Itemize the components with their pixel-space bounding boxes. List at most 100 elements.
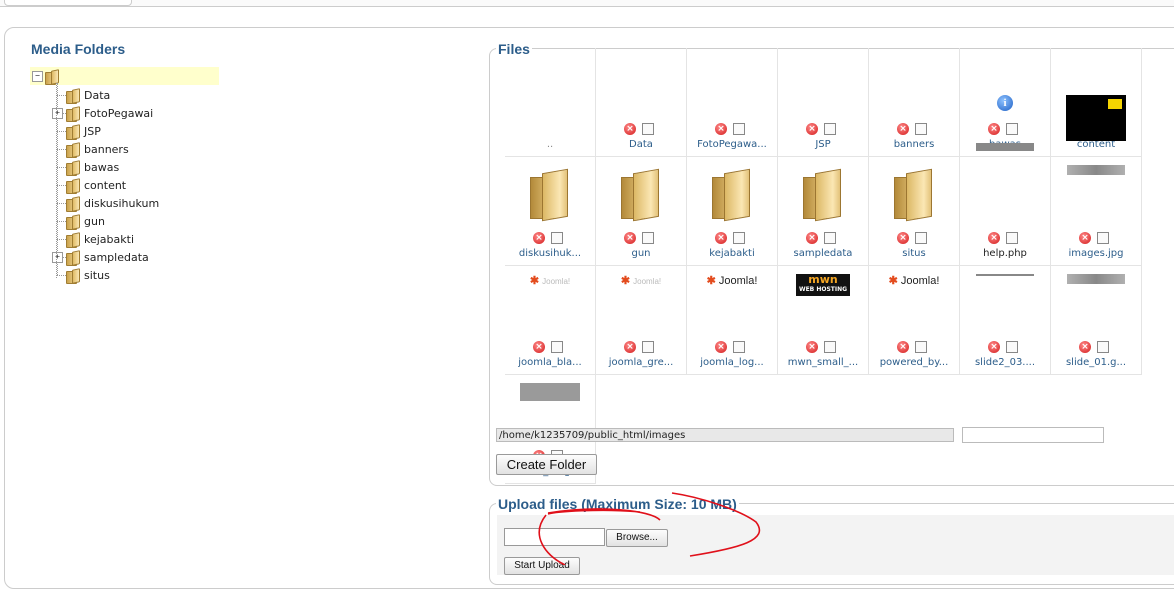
- file-item[interactable]: ✱ Joomla! × joomla_bla...: [505, 266, 596, 375]
- new-folder-input[interactable]: [962, 427, 1104, 443]
- tree-node-kejabakti[interactable]: kejabakti: [52, 231, 134, 248]
- tree-node-fotopegawai[interactable]: + FotoPegawai: [52, 105, 153, 122]
- file-item[interactable]: × help.php: [960, 143, 1051, 266]
- item-name[interactable]: mwn_small_...: [778, 357, 868, 368]
- folder-item[interactable]: × kejabakti: [687, 157, 778, 266]
- delete-icon[interactable]: ×: [897, 341, 909, 353]
- select-checkbox[interactable]: [1006, 123, 1018, 135]
- select-checkbox[interactable]: [915, 341, 927, 353]
- tree-node-content[interactable]: content: [52, 177, 126, 194]
- folder-item[interactable]: × FotoPegawa...: [687, 48, 778, 157]
- delete-icon[interactable]: ×: [988, 341, 1000, 353]
- select-checkbox[interactable]: [733, 232, 745, 244]
- item-name[interactable]: gun: [596, 248, 686, 259]
- delete-icon[interactable]: ×: [1079, 232, 1091, 244]
- item-name[interactable]: joomla_bla...: [505, 357, 595, 368]
- tree-node-gun[interactable]: gun: [52, 213, 105, 230]
- select-checkbox[interactable]: [733, 341, 745, 353]
- tree-node-bawas[interactable]: bawas: [52, 159, 119, 176]
- delete-icon[interactable]: ×: [533, 232, 545, 244]
- folder-item[interactable]: × banners: [869, 48, 960, 157]
- select-checkbox[interactable]: [915, 123, 927, 135]
- item-name[interactable]: situs: [869, 248, 959, 259]
- file-item[interactable]: ✱ Joomla! × joomla_log...: [687, 266, 778, 375]
- thumbnail: [960, 274, 1050, 334]
- tree-node-jsp[interactable]: JSP: [52, 123, 101, 140]
- file-item[interactable]: × slide_01.g...: [1051, 266, 1142, 375]
- item-name[interactable]: slide2_03....: [960, 357, 1050, 368]
- delete-icon[interactable]: ×: [897, 123, 909, 135]
- item-name[interactable]: JSP: [778, 139, 868, 150]
- select-checkbox[interactable]: [733, 123, 745, 135]
- item-name[interactable]: help.php: [960, 248, 1050, 259]
- file-item[interactable]: × images.jpg: [1051, 157, 1142, 266]
- item-name[interactable]: diskusihuk...: [505, 248, 595, 259]
- delete-icon[interactable]: ×: [806, 341, 818, 353]
- item-name[interactable]: joomla_log...: [687, 357, 777, 368]
- delete-icon[interactable]: ×: [806, 232, 818, 244]
- create-folder-button[interactable]: Create Folder: [496, 454, 597, 475]
- item-name[interactable]: ..: [505, 139, 595, 150]
- folder-item[interactable]: × Data: [596, 48, 687, 157]
- start-upload-button[interactable]: Start Upload: [504, 557, 580, 575]
- select-checkbox[interactable]: [1097, 341, 1109, 353]
- select-checkbox[interactable]: [824, 232, 836, 244]
- folder-item[interactable]: × JSP: [778, 48, 869, 157]
- select-checkbox[interactable]: [551, 232, 563, 244]
- select-checkbox[interactable]: [642, 232, 654, 244]
- file-item[interactable]: mwn WEB HOSTING × mwn_small_...: [778, 266, 869, 375]
- select-checkbox[interactable]: [642, 123, 654, 135]
- delete-icon[interactable]: ×: [715, 123, 727, 135]
- select-checkbox[interactable]: [824, 123, 836, 135]
- thumbnail: [1051, 165, 1141, 225]
- file-item[interactable]: ✱ Joomla! × joomla_gre...: [596, 266, 687, 375]
- folder-item[interactable]: × situs: [869, 157, 960, 266]
- item-name[interactable]: kejabakti: [687, 248, 777, 259]
- tree-root-node[interactable]: −: [32, 68, 59, 85]
- delete-icon[interactable]: ×: [897, 232, 909, 244]
- item-name[interactable]: images.jpg: [1051, 248, 1141, 259]
- select-checkbox[interactable]: [824, 341, 836, 353]
- file-item[interactable]: ✱ Joomla! × powered_by...: [869, 266, 960, 375]
- delete-icon[interactable]: ×: [533, 341, 545, 353]
- folder-item[interactable]: × gun: [596, 157, 687, 266]
- item-name[interactable]: sampledata: [778, 248, 868, 259]
- item-name[interactable]: Data: [596, 139, 686, 150]
- tree-node-situs[interactable]: situs: [52, 267, 110, 284]
- item-name[interactable]: banners: [869, 139, 959, 150]
- item-name[interactable]: joomla_gre...: [596, 357, 686, 368]
- select-checkbox[interactable]: [1006, 341, 1018, 353]
- expand-icon[interactable]: +: [52, 252, 63, 263]
- tree-node-banners[interactable]: banners: [52, 141, 129, 158]
- select-checkbox[interactable]: [915, 232, 927, 244]
- collapse-icon[interactable]: −: [32, 70, 43, 82]
- parent-folder-item[interactable]: ..: [505, 48, 596, 157]
- folder-icon: [66, 125, 80, 140]
- file-input[interactable]: [504, 528, 605, 546]
- delete-icon[interactable]: ×: [624, 232, 636, 244]
- browse-button[interactable]: Browse...: [606, 529, 668, 547]
- delete-icon[interactable]: ×: [1079, 341, 1091, 353]
- delete-icon[interactable]: ×: [624, 123, 636, 135]
- folder-item[interactable]: × sampledata: [778, 157, 869, 266]
- select-checkbox[interactable]: [551, 341, 563, 353]
- delete-icon[interactable]: ×: [715, 232, 727, 244]
- tree-node-sampledata[interactable]: + sampledata: [52, 249, 149, 266]
- delete-icon[interactable]: ×: [624, 341, 636, 353]
- file-item[interactable]: × slide2_03....: [960, 266, 1051, 375]
- item-name[interactable]: slide_01.g...: [1051, 357, 1141, 368]
- tree-node-diskusihukum[interactable]: diskusihukum: [52, 195, 159, 212]
- select-checkbox[interactable]: [1006, 232, 1018, 244]
- delete-icon[interactable]: ×: [988, 123, 1000, 135]
- tree-node-data[interactable]: Data: [52, 87, 110, 104]
- item-name[interactable]: FotoPegawa...: [687, 139, 777, 150]
- select-checkbox[interactable]: [1097, 232, 1109, 244]
- delete-icon[interactable]: ×: [988, 232, 1000, 244]
- top-tab[interactable]: [4, 0, 132, 6]
- delete-icon[interactable]: ×: [715, 341, 727, 353]
- select-checkbox[interactable]: [642, 341, 654, 353]
- expand-icon[interactable]: +: [52, 108, 63, 119]
- folder-item[interactable]: × diskusihuk...: [505, 157, 596, 266]
- delete-icon[interactable]: ×: [806, 123, 818, 135]
- item-name[interactable]: powered_by...: [869, 357, 959, 368]
